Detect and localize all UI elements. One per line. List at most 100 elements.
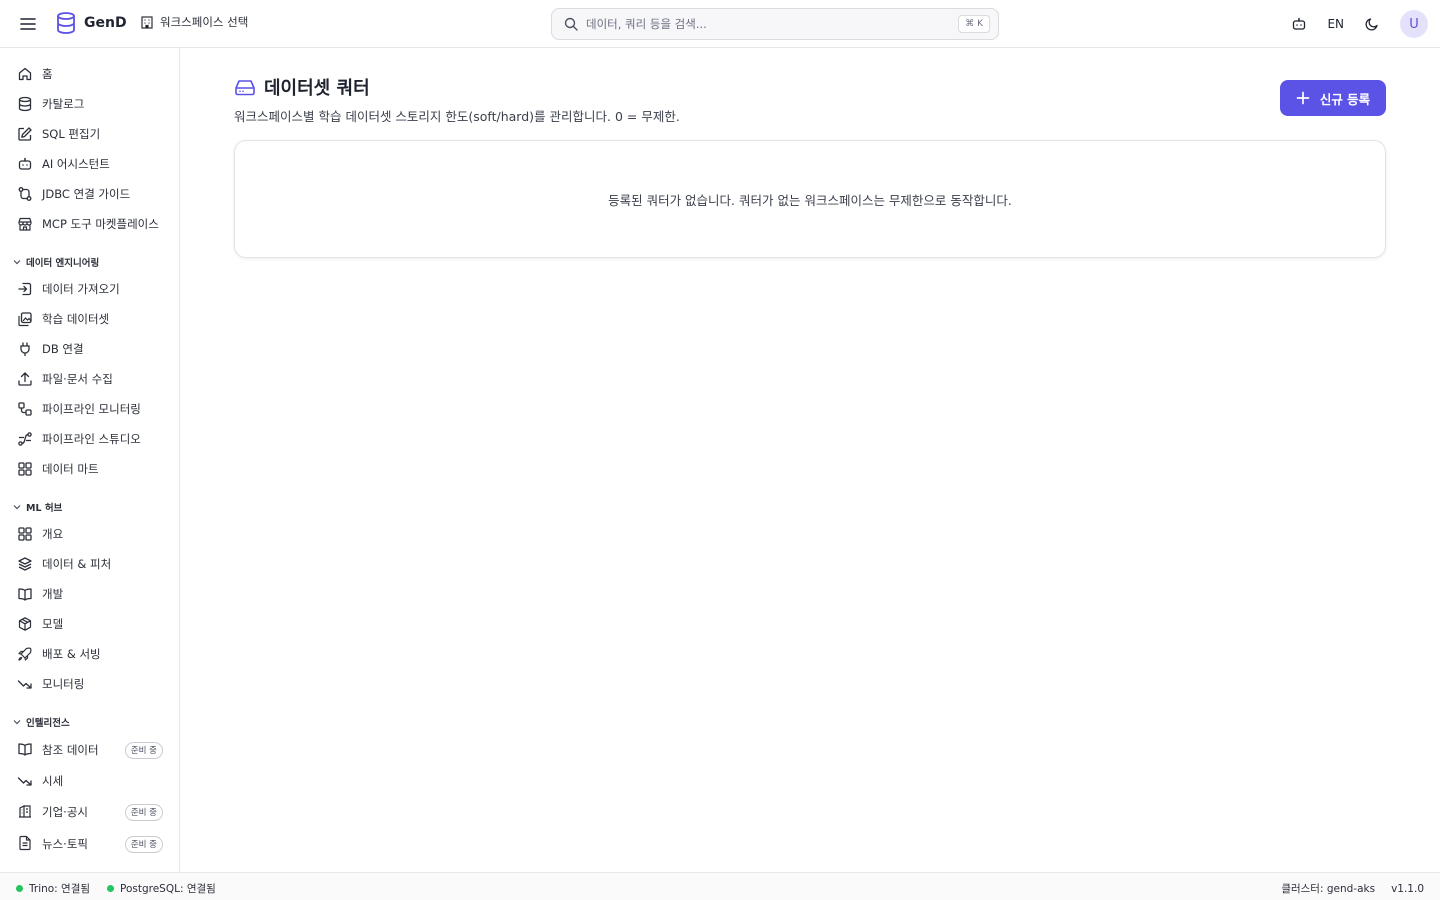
box-icon <box>16 615 34 633</box>
sidebar-item-label: 참조 데이터 <box>42 743 99 757</box>
section-label: ML 허브 <box>26 503 63 514</box>
images-icon <box>16 310 34 328</box>
section-data-engineering[interactable]: 데이터 엔지니어링 <box>12 254 99 270</box>
database-icon <box>16 95 34 113</box>
route-icon <box>16 185 34 203</box>
user-avatar[interactable]: U <box>1400 10 1428 38</box>
brand-name: GenD <box>84 15 127 31</box>
brand[interactable]: GenD <box>56 12 127 34</box>
search-input[interactable] <box>586 17 946 31</box>
sidebar-item-data-mart[interactable]: 데이터 마트 <box>0 456 179 482</box>
sidebar-item-label: 파이프라인 스튜디오 <box>42 432 141 446</box>
menu-toggle-button[interactable] <box>16 12 40 36</box>
book-icon <box>16 740 34 758</box>
new-quota-button[interactable]: 신규 등록 <box>1280 80 1386 116</box>
section-ml-hub[interactable]: ML 허브 <box>12 499 62 515</box>
sidebar-item-news-topics[interactable]: 뉴스·토픽 준비 중 <box>0 830 179 858</box>
plug-icon <box>16 340 34 358</box>
coming-soon-badge: 준비 중 <box>124 835 163 853</box>
sidebar-item-label: 데이터 & 피처 <box>42 557 112 571</box>
sidebar-item-pipeline-studio[interactable]: 파이프라인 스튜디오 <box>0 426 179 452</box>
sidebar-item-market-prices[interactable]: 시세 <box>0 768 179 794</box>
sidebar-item-label: 개요 <box>42 527 64 541</box>
grid-icon <box>16 525 34 543</box>
sidebar-item-data-import[interactable]: 데이터 가져오기 <box>0 276 179 302</box>
sidebar-item-label: 데이터 마트 <box>42 462 99 476</box>
file-text-icon <box>16 834 34 852</box>
sidebar-item-label: 파이프라인 모니터링 <box>42 402 141 416</box>
sidebar-item-label: 파일·문서 수집 <box>42 372 113 386</box>
sidebar-item-sql-editor[interactable]: SQL 편집기 <box>0 121 179 147</box>
layers-icon <box>16 555 34 573</box>
database-logo-icon <box>57 12 75 34</box>
spline-icon <box>16 430 34 448</box>
sidebar-item-training-datasets[interactable]: 학습 데이터셋 <box>0 306 179 332</box>
import-icon <box>16 280 34 298</box>
trino-status-text: Trino: 연결됨 <box>29 883 91 895</box>
connected-dot-icon <box>16 885 23 892</box>
sidebar-item-label: 기업·공시 <box>42 805 88 819</box>
cluster-name: 클러스터: gend-aks <box>1281 883 1376 895</box>
book-icon <box>16 585 34 603</box>
moon-icon <box>1365 18 1378 31</box>
sidebar-item-label: 학습 데이터셋 <box>42 312 110 326</box>
sidebar-item-file-collection[interactable]: 파일·문서 수집 <box>0 366 179 392</box>
workflow-icon <box>16 400 34 418</box>
search-box[interactable]: ⌘ K <box>551 8 999 40</box>
bot-icon <box>1293 17 1306 30</box>
sidebar-item-home[interactable]: 홈 <box>0 61 179 87</box>
connected-dot-icon <box>107 885 114 892</box>
section-label: 인텔리전스 <box>26 718 70 729</box>
sidebar-item-label: 개발 <box>42 587 64 601</box>
sidebar-item-label: MCP 도구 마켓플레이스 <box>42 217 159 231</box>
store-icon <box>16 215 34 233</box>
new-quota-button-label: 신규 등록 <box>1319 91 1371 107</box>
sidebar-item-corporate-disclosure[interactable]: 기업·공시 준비 중 <box>0 798 179 826</box>
sidebar-item-mcp-marketplace[interactable]: MCP 도구 마켓플레이스 <box>0 211 179 237</box>
sidebar-item-pipeline-monitoring[interactable]: 파이프라인 모니터링 <box>0 396 179 422</box>
sidebar-item-catalog[interactable]: 카탈로그 <box>0 91 179 117</box>
sidebar-item-deploy-serving[interactable]: 배포 & 서빙 <box>0 641 179 667</box>
sidebar-item-label: 모니터링 <box>42 677 85 691</box>
theme-toggle-button[interactable] <box>1362 14 1382 34</box>
empty-state-card: 등록된 쿼터가 없습니다. 쿼터가 없는 워크스페이스는 무제한으로 동작합니다… <box>234 140 1386 258</box>
section-intelligence[interactable]: 인텔리전스 <box>12 714 70 730</box>
coming-soon-badge: 준비 중 <box>124 803 163 821</box>
grid-icon <box>16 460 34 478</box>
menu-icon <box>20 18 36 30</box>
sidebar-item-jdbc-guide[interactable]: JDBC 연결 가이드 <box>0 181 179 207</box>
trino-status: Trino: 연결됨 <box>16 881 90 896</box>
home-icon <box>16 65 34 83</box>
sidebar-item-label: 배포 & 서빙 <box>42 647 101 661</box>
sidebar-item-data-features[interactable]: 데이터 & 피처 <box>0 551 179 577</box>
cluster-info: 클러스터: gend-aks v1.1.0 <box>1281 881 1424 896</box>
language-toggle[interactable]: EN <box>1327 17 1344 31</box>
status-bar: Trino: 연결됨 PostgreSQL: 연결됨 클러스터: gend-ak… <box>0 872 1440 900</box>
sidebar-item-label: 모델 <box>42 617 64 631</box>
main-content: 데이터셋 쿼터 워크스페이스별 학습 데이터셋 스토리지 한도(soft/har… <box>180 48 1440 872</box>
coming-soon-badge: 준비 중 <box>124 741 163 759</box>
search-shortcut-badge: ⌘ K <box>958 15 990 33</box>
top-bar: GenD 워크스페이스 선택 ⌘ K EN U <box>0 0 1440 48</box>
sidebar-item-label: 카탈로그 <box>42 97 85 111</box>
sidebar-item-label: DB 연결 <box>42 342 84 356</box>
sidebar-item-ml-monitoring[interactable]: 모니터링 <box>0 671 179 697</box>
ai-assistant-button[interactable] <box>1289 14 1309 34</box>
sidebar-item-label: AI 어시스턴트 <box>42 157 110 171</box>
sidebar-item-db-connection[interactable]: DB 연결 <box>0 336 179 362</box>
sidebar-item-reference-data[interactable]: 참조 데이터 준비 중 <box>0 736 179 764</box>
rocket-icon <box>16 645 34 663</box>
empty-state-message: 등록된 쿼터가 없습니다. 쿼터가 없는 워크스페이스는 무제한으로 동작합니다… <box>608 192 1012 208</box>
app-version: v1.1.0 <box>1391 882 1424 895</box>
sidebar-item-models[interactable]: 모델 <box>0 611 179 637</box>
sidebar-item-ml-overview[interactable]: 개요 <box>0 521 179 547</box>
sidebar-item-development[interactable]: 개발 <box>0 581 179 607</box>
building-icon <box>141 16 153 29</box>
section-label: 데이터 엔지니어링 <box>26 258 100 269</box>
postgres-status: PostgreSQL: 연결됨 <box>107 881 216 896</box>
workspace-selector[interactable]: 워크스페이스 선택 <box>140 14 248 30</box>
sidebar-item-label: 홈 <box>42 67 53 81</box>
search-icon <box>564 17 578 31</box>
sidebar-item-label: SQL 편집기 <box>42 127 101 141</box>
sidebar-item-ai-assistant[interactable]: AI 어시스턴트 <box>0 151 179 177</box>
